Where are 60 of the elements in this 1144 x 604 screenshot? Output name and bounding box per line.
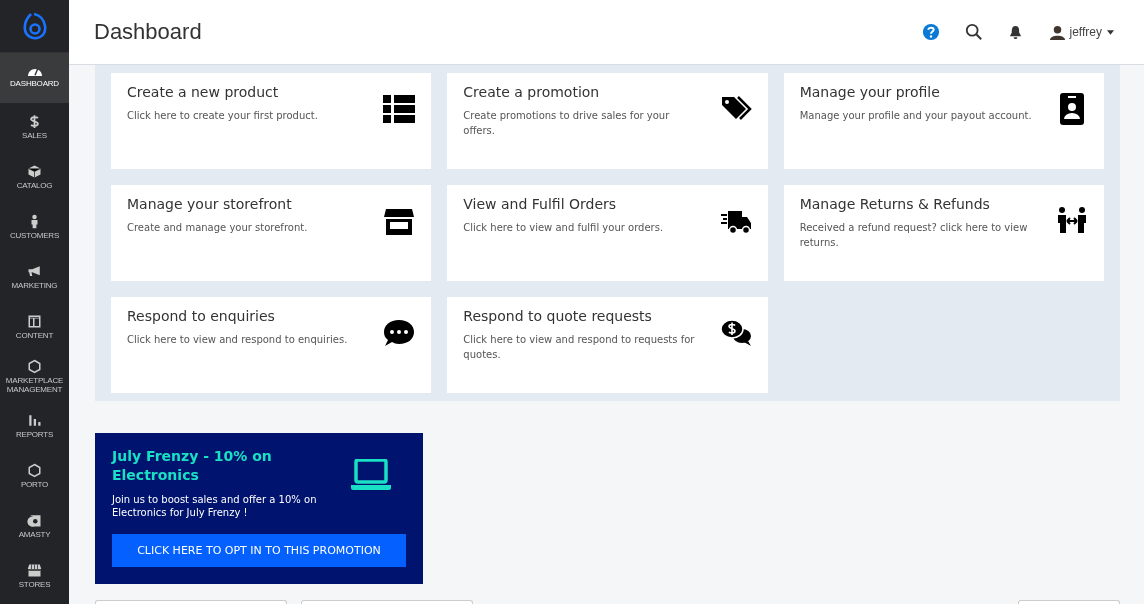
gauge-icon — [26, 67, 43, 77]
nav-item[interactable]: DASHBOARD — [0, 53, 69, 103]
megaphone-icon — [27, 263, 42, 279]
card-description: Manage your profile and your payout account. — [799, 109, 1032, 123]
help-icon[interactable] — [921, 23, 940, 41]
card-description: Click here to view and respond to requests for quotes. — [463, 333, 696, 362]
dashboard-card[interactable]: Respond to enquiries Click here to view and respond to enquiries. — [111, 297, 432, 393]
nav-item[interactable]: AMASTY — [0, 501, 69, 551]
nav-item[interactable]: MARKETPLACE MANAGEMENT — [0, 351, 69, 402]
nav-item[interactable]: CUSTOMERS — [0, 202, 69, 253]
card-title: Respond to enquiries — [127, 308, 276, 324]
bar-chart-icon — [27, 413, 42, 429]
card-description: Create promotions to drive sales for your offers. — [463, 109, 671, 138]
card-title: Create a new product — [127, 84, 280, 100]
nav-item[interactable]: CATALOG — [0, 152, 69, 203]
card-title: Respond to quote requests — [463, 308, 653, 324]
card-title: Create a promotion — [463, 84, 601, 100]
laptop-icon — [351, 459, 391, 491]
box-icon — [27, 164, 42, 180]
promotion-title: July Frenzy - 10% on Electronics — [112, 447, 273, 485]
dashboard-card[interactable]: Create a new product Click here to create your first product. — [111, 73, 432, 169]
dashboard-card[interactable]: Manage Returns & Refunds Received a refund request? click here to view returns. — [783, 185, 1104, 281]
store-icon — [27, 562, 42, 578]
nav-item[interactable]: SALES — [0, 102, 69, 153]
card-description: Click here to view and respond to enquiries. — [127, 333, 348, 347]
promotion-description: Join us to boost sales and offer a 10% on Electronics for July Frenzy ! — [112, 492, 318, 520]
card-description: Click here to view and fulfil your orders. — [463, 221, 664, 235]
letter-a-icon — [27, 512, 42, 528]
card-title: Manage your storefront — [127, 196, 293, 212]
dashboard-card[interactable]: Manage your profile Manage your profile and your payout account. — [783, 73, 1104, 169]
layout-icon — [27, 313, 42, 329]
card-title: Manage your profile — [799, 84, 941, 100]
nav-item[interactable]: STORES — [0, 550, 69, 601]
dollar-icon — [27, 114, 42, 130]
card-description: Create and manage your storefront. — [127, 221, 308, 235]
dashboard-card[interactable]: Manage your storefront Create and manage your storefront. — [111, 185, 432, 281]
nav-item[interactable]: CONTENT — [0, 302, 69, 352]
dashboard-card[interactable]: Respond to quote requests Click here to view and respond to requests for quotes. — [447, 297, 768, 393]
hexagon-icon — [27, 462, 42, 478]
nav-item[interactable]: PORTO — [0, 451, 69, 502]
list-icon — [383, 93, 416, 125]
dashboard-card[interactable]: View and Fulfil Orders Click here to view and fulfil your orders. — [447, 185, 768, 281]
dashboard-card[interactable]: Create a promotion Create promotions to drive sales for your offers. — [447, 73, 768, 169]
card-description: Received a refund request? click here to view returns. — [799, 221, 1029, 250]
card-title: View and Fulfil Orders — [463, 196, 618, 212]
speech-bubble-icon — [383, 317, 416, 349]
card-title: Manage Returns & Refunds — [799, 196, 991, 212]
user-icon — [1049, 24, 1065, 40]
user-menu[interactable]: jeffrey — [1049, 24, 1114, 40]
bell-icon[interactable] — [1008, 24, 1022, 40]
nav-item[interactable]: REPORTS — [0, 401, 69, 452]
logo-icon — [22, 12, 47, 40]
search-icon[interactable] — [964, 23, 983, 41]
hexagon-icon — [27, 358, 42, 374]
card-description: Click here to create your first product. — [127, 109, 318, 123]
nav-item[interactable]: MARKETING — [0, 252, 69, 302]
page-title: Dashboard — [94, 19, 202, 45]
caret-icon — [1107, 29, 1114, 35]
opt-in-button[interactable]: CLICK HERE TO OPT IN TO THIS PROMOTION — [112, 533, 406, 567]
dollar-chat-icon — [719, 317, 752, 349]
